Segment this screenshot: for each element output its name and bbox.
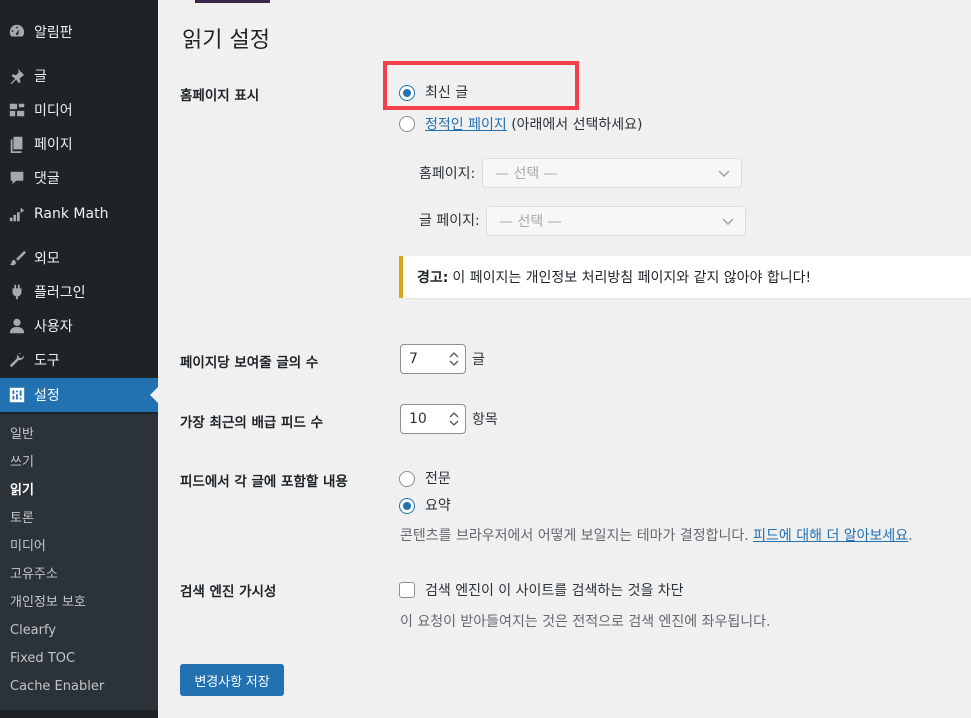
- posts-per-page-unit: 글: [472, 352, 485, 368]
- privacy-warning-notice: 경고: 이 페이지는 개인정보 처리방침 페이지와 같지 않아야 합니다!: [399, 256, 971, 298]
- spinner-arrows-icon[interactable]: [449, 351, 459, 367]
- admin-sidebar: 알림판 글 미디어 페이지 댓글 Rank Math 외모 플러그인 사용자 도…: [0, 0, 158, 718]
- dashboard-icon: [0, 23, 34, 41]
- feed-learn-more-link[interactable]: 피드에 대해 더 알아보세요: [753, 528, 908, 544]
- chevron-down-icon: [718, 170, 730, 178]
- main-content: 읽기 설정 홈페이지 표시 최신 글 정적인 페이지 (아래에서 선택하세요) …: [158, 0, 971, 718]
- rank-math-icon: [0, 205, 34, 223]
- feed-description: 콘텐츠를 브라우저에서 어떻게 보일지는 테마가 결정합니다. 피드에 대해 더…: [400, 528, 913, 544]
- submenu-item-reading[interactable]: 읽기: [10, 482, 34, 500]
- static-page-radio[interactable]: [399, 116, 415, 132]
- page-icon: [0, 135, 34, 153]
- sidebar-item-label: 설정: [34, 388, 60, 404]
- sidebar-item-label: 플러그인: [34, 285, 86, 301]
- sidebar-item-label: 사용자: [34, 319, 73, 335]
- sidebar-item-settings[interactable]: 설정: [0, 378, 158, 412]
- brush-icon: [0, 249, 34, 267]
- posts-page-select-label: 글 페이지:: [419, 213, 480, 229]
- posts-per-page-label: 페이지당 보여줄 글의 수: [180, 355, 319, 371]
- discourage-search-label: 검색 엔진이 이 사이트를 검색하는 것을 차단: [425, 583, 684, 599]
- homepage-select[interactable]: — 선택 —: [482, 158, 742, 188]
- sidebar-item-dashboard[interactable]: 알림판: [0, 15, 158, 49]
- submenu-item-fixed-toc[interactable]: Fixed TOC: [10, 650, 75, 668]
- sidebar-item-plugins[interactable]: 플러그인: [0, 275, 158, 309]
- homepage-display-label: 홈페이지 표시: [180, 88, 260, 104]
- pin-icon: [0, 67, 34, 85]
- highlight-annotation-box: [383, 61, 579, 110]
- posts-page-select[interactable]: — 선택 —: [486, 206, 746, 236]
- comment-icon: [0, 169, 34, 187]
- sidebar-item-label: 미디어: [34, 103, 73, 119]
- plugin-icon: [0, 283, 34, 301]
- posts-per-page-value: 7: [409, 351, 418, 367]
- sidebar-item-label: 알림판: [34, 25, 73, 41]
- wrench-icon: [0, 351, 34, 369]
- latest-posts-radio[interactable]: [399, 85, 415, 101]
- discourage-search-checkbox[interactable]: [399, 582, 415, 598]
- feed-content-label: 피드에서 각 글에 포함할 내용: [180, 474, 348, 490]
- sidebar-item-posts[interactable]: 글: [0, 59, 158, 93]
- sidebar-item-label: 글: [34, 69, 47, 85]
- latest-posts-label: 최신 글: [425, 85, 469, 101]
- sidebar-item-pages[interactable]: 페이지: [0, 127, 158, 161]
- submenu-item-permalinks[interactable]: 고유주소: [10, 566, 58, 584]
- sidebar-item-rank-math[interactable]: Rank Math: [0, 197, 158, 231]
- search-visibility-description: 이 요청이 받아들여지는 것은 전적으로 검색 엔진에 좌우됩니다.: [400, 614, 771, 630]
- save-changes-button[interactable]: 변경사항 저장: [180, 664, 284, 696]
- submenu-item-writing[interactable]: 쓰기: [10, 454, 34, 472]
- settings-icon: [0, 386, 34, 404]
- page-title: 읽기 설정: [182, 28, 270, 53]
- sidebar-item-appearance[interactable]: 외모: [0, 241, 158, 275]
- static-page-hint: (아래에서 선택하세요): [511, 117, 643, 133]
- chevron-down-icon: [722, 218, 734, 226]
- search-visibility-label: 검색 엔진 가시성: [180, 584, 277, 600]
- sidebar-item-label: 외모: [34, 251, 60, 267]
- warning-title: 경고:: [417, 270, 449, 286]
- feed-items-input[interactable]: 10: [400, 404, 466, 434]
- sidebar-item-tools[interactable]: 도구: [0, 343, 158, 377]
- feed-items-label: 가장 최근의 배급 피드 수: [180, 415, 323, 431]
- warning-text: 이 페이지는 개인정보 처리방침 페이지와 같지 않아야 합니다!: [452, 270, 812, 286]
- posts-per-page-input[interactable]: 7: [400, 344, 466, 374]
- feed-description-text: 콘텐츠를 브라우저에서 어떻게 보일지는 테마가 결정합니다.: [400, 528, 749, 544]
- submenu-item-cache-enabler[interactable]: Cache Enabler: [10, 678, 104, 696]
- sidebar-item-users[interactable]: 사용자: [0, 309, 158, 343]
- spinner-arrows-icon[interactable]: [449, 411, 459, 427]
- sidebar-item-label: 댓글: [34, 171, 60, 187]
- feed-items-unit: 항목: [472, 412, 498, 428]
- feed-summary-label: 요약: [425, 498, 451, 514]
- submenu-item-general[interactable]: 일반: [10, 426, 34, 444]
- feed-full-label: 전문: [425, 471, 451, 487]
- submenu-item-privacy[interactable]: 개인정보 보호: [10, 594, 86, 612]
- user-icon: [0, 317, 34, 335]
- settings-submenu: 일반 쓰기 읽기 토론 미디어 고유주소 개인정보 보호 Clearfy Fix…: [0, 414, 158, 710]
- feed-full-radio[interactable]: [399, 471, 415, 487]
- feed-summary-radio[interactable]: [399, 498, 415, 514]
- static-page-link[interactable]: 정적인 페이지: [425, 117, 507, 133]
- posts-page-select-value: — 선택 —: [499, 214, 562, 230]
- sidebar-item-comments[interactable]: 댓글: [0, 161, 158, 195]
- homepage-select-value: — 선택 —: [495, 166, 558, 182]
- homepage-select-label: 홈페이지:: [419, 166, 476, 182]
- sidebar-item-label: Rank Math: [34, 206, 109, 222]
- submenu-item-discussion[interactable]: 토론: [10, 510, 34, 528]
- sidebar-item-label: 도구: [34, 353, 60, 369]
- submenu-item-clearfy[interactable]: Clearfy: [10, 622, 56, 640]
- sidebar-item-media[interactable]: 미디어: [0, 93, 158, 127]
- sidebar-item-label: 페이지: [34, 137, 73, 153]
- feed-items-value: 10: [409, 411, 427, 427]
- media-icon: [0, 101, 34, 119]
- submenu-item-media[interactable]: 미디어: [10, 538, 46, 556]
